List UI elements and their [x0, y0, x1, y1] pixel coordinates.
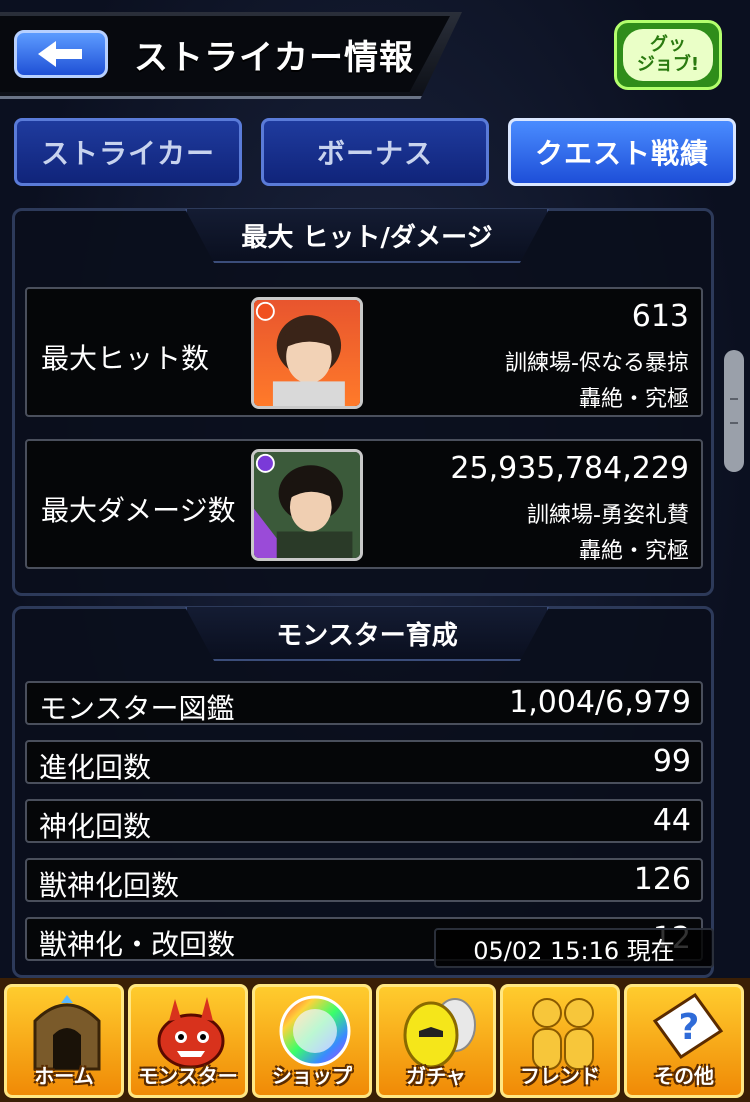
max-damage-card: 最大ダメージ数 25,935,784,229 訓練場-勇姿礼賛 轟絶・究極 — [25, 439, 703, 569]
timestamp-badge: 05/02 15:16 現在 — [434, 928, 714, 968]
row-label: 獣神化・改回数 — [39, 928, 236, 961]
max-damage-label: 最大ダメージ数 — [41, 494, 236, 527]
nav-gacha[interactable]: ガチャ — [376, 984, 496, 1098]
tab-striker-label: ストライカー — [40, 137, 215, 170]
row-label: 獣神化回数 — [39, 869, 180, 902]
monster-icon — [157, 997, 225, 1069]
max-hit-damage-panel: 最大 ヒット/ダメージ 最大ヒット数 613 訓練場-侭なる暴掠 轟絶・究極 最… — [12, 208, 714, 596]
max-hit-card: 最大ヒット数 613 訓練場-侭なる暴掠 轟絶・究極 — [25, 287, 703, 417]
scrollbar-grip — [730, 398, 738, 424]
back-arrow-icon — [38, 41, 82, 67]
stat-row-evolution: 進化回数 99 — [25, 740, 703, 784]
nav-shop[interactable]: ショップ — [252, 984, 372, 1098]
goodjob-label-line1: グッ — [650, 34, 686, 55]
stat-row-beast-god-evolution: 獣神化回数 126 — [25, 858, 703, 902]
row-label: 進化回数 — [39, 751, 152, 784]
character-avatar-hit[interactable] — [251, 297, 363, 409]
character-portrait-icon — [254, 452, 360, 558]
header: ストライカー情報 グッ ジョブ! — [0, 0, 750, 104]
tab-bonus-label: ボーナス — [316, 137, 433, 170]
max-hit-value: 613 — [631, 299, 689, 334]
max-hit-quest: 訓練場-侭なる暴掠 — [505, 351, 689, 376]
row-value: 99 — [652, 744, 691, 779]
nav-monster-label: モンスター — [138, 1064, 238, 1088]
goodjob-label-line2: ジョブ! — [636, 54, 700, 75]
monster-training-panel: モンスター育成 モンスター図鑑 1,004/6,979 進化回数 99 神化回数… — [12, 606, 714, 978]
bottom-nav: ホーム モンスター ショップ ガチャ フレンド ? その他 — [0, 978, 750, 1102]
tab-bonus[interactable]: ボーナス — [261, 118, 489, 186]
monster-section-title: モンスター育成 — [185, 607, 549, 661]
nav-home[interactable]: ホーム — [4, 984, 124, 1098]
row-value: 126 — [633, 862, 691, 897]
goodjob-badge: グッ ジョブ! — [623, 29, 713, 81]
tab-bar: ストライカー ボーナス クエスト戦績 — [14, 118, 736, 188]
max-hit-label: 最大ヒット数 — [41, 342, 210, 375]
tab-quest-record-label: クエスト戦績 — [534, 137, 709, 170]
stat-row-god-evolution: 神化回数 44 — [25, 799, 703, 843]
nav-other-label: その他 — [654, 1064, 714, 1088]
row-label: 神化回数 — [39, 810, 152, 843]
nav-monster[interactable]: モンスター — [128, 984, 248, 1098]
gacha-egg-icon — [403, 998, 476, 1069]
tab-striker[interactable]: ストライカー — [14, 118, 242, 186]
nav-gacha-label: ガチャ — [406, 1064, 466, 1088]
goodjob-button[interactable]: グッ ジョブ! — [614, 20, 722, 90]
back-button[interactable] — [14, 30, 108, 78]
scrollbar[interactable] — [724, 350, 744, 472]
max-section-title: 最大 ヒット/ダメージ — [185, 209, 549, 263]
row-label: モンスター図鑑 — [39, 692, 235, 725]
question-icon: ? — [652, 992, 724, 1060]
nav-home-label: ホーム — [34, 1064, 94, 1088]
friends-icon — [532, 998, 594, 1070]
max-damage-value: 25,935,784,229 — [450, 451, 689, 486]
home-gate-icon — [33, 995, 101, 1071]
nav-friend[interactable]: フレンド — [500, 984, 620, 1098]
row-value: 1,004/6,979 — [509, 685, 691, 720]
character-portrait-icon — [254, 300, 360, 406]
row-value: 44 — [652, 803, 691, 838]
page-title: ストライカー情報 — [134, 38, 414, 78]
character-avatar-damage[interactable] — [251, 449, 363, 561]
nav-shop-label: ショップ — [272, 1064, 352, 1088]
rainbow-orb-icon — [279, 995, 351, 1067]
max-damage-quest: 訓練場-勇姿礼賛 — [527, 503, 689, 528]
nav-other[interactable]: ? その他 — [624, 984, 744, 1098]
stat-row-monster-dex: モンスター図鑑 1,004/6,979 — [25, 681, 703, 725]
nav-friend-label: フレンド — [520, 1064, 600, 1088]
tab-quest-record[interactable]: クエスト戦績 — [508, 118, 736, 186]
svg-text:?: ? — [679, 1007, 700, 1048]
max-hit-difficulty: 轟絶・究極 — [578, 387, 689, 412]
max-damage-difficulty: 轟絶・究極 — [578, 539, 689, 564]
